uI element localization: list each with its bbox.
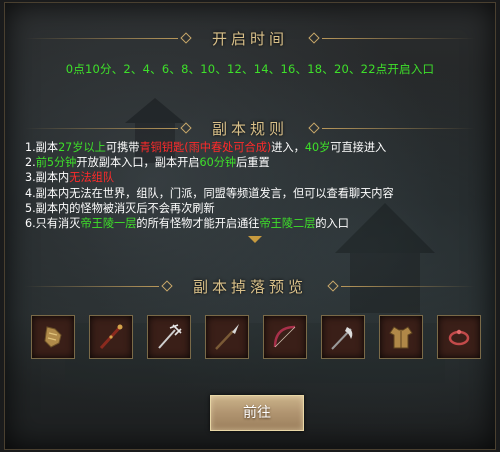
rule-text: 的入口 xyxy=(315,217,349,231)
rule-line: 3.副本内无法组队 xyxy=(25,170,495,185)
halberd-icon xyxy=(331,327,353,350)
rule-text: 进入， xyxy=(271,141,305,154)
rule-line: 2.前5分钟开放副本入口，副本开启60分钟后重置 xyxy=(25,155,495,170)
open-times-text: 0点10分、2、4、6、8、10、12、14、16、18、20、22点开启入口 xyxy=(65,62,435,76)
drop-slot-1[interactable] xyxy=(31,315,75,359)
gauntlet-icon xyxy=(44,326,62,348)
bow-icon xyxy=(273,325,296,348)
open-time-title: 开启时间 xyxy=(212,29,289,48)
trident-icon xyxy=(158,324,182,349)
rule-text: 的所有怪物才能开启通往 xyxy=(136,217,260,231)
open-time-header: 开启时间 xyxy=(5,27,495,49)
scroll-down-icon[interactable] xyxy=(248,236,262,243)
rule-text: 无法组队 xyxy=(69,171,115,185)
drop-slot-2[interactable] xyxy=(89,315,133,359)
rule-text: 前5分钟 xyxy=(35,156,77,170)
drop-slot-7[interactable] xyxy=(379,315,423,359)
rule-text: 40岁 xyxy=(304,141,331,154)
drops-title: 副本掉落预览 xyxy=(193,277,308,296)
drop-slot-6[interactable] xyxy=(321,315,365,359)
rule-text: 2. xyxy=(25,156,36,170)
go-button[interactable]: 前往 xyxy=(210,395,304,431)
rule-text: 60分钟 xyxy=(199,156,237,170)
rule-text: 后重置 xyxy=(236,156,270,170)
drop-slot-4[interactable] xyxy=(205,315,249,359)
rules-title: 副本规则 xyxy=(212,119,289,138)
rule-line: 4.副本内无法在世界，组队，门派，同盟等频道发言，但可以查看聊天内容 xyxy=(25,186,495,201)
rule-text: 27岁以上 xyxy=(58,141,106,154)
drop-slot-3[interactable] xyxy=(147,315,191,359)
rule-text: 可携带 xyxy=(105,141,140,154)
rule-text: 开放副本入口，副本开启 xyxy=(76,156,200,170)
rule-text: 6.只有消灭 xyxy=(25,217,81,231)
rule-line: 6.只有消灭帝王陵一层的所有怪物才能开启通往帝王陵二层的入口 xyxy=(25,216,495,231)
drop-items-row xyxy=(31,315,481,361)
drop-slot-5[interactable] xyxy=(263,315,307,359)
drop-slot-8[interactable] xyxy=(437,315,481,359)
rules-list: 1.副本27岁以上可携带青铜钥匙(雨中春处可合成)进入，40岁可直接进入 2.前5… xyxy=(25,140,495,231)
rule-text: 帝王陵二层 xyxy=(259,217,316,231)
rule-text: 5.副本内的怪物被消灭后不会再次刷新 xyxy=(25,201,215,215)
armor-icon xyxy=(389,326,413,349)
dungeon-info-panel: 开启时间 0点10分、2、4、6、8、10、12、14、16、18、20、22点… xyxy=(4,2,496,450)
rule-text: 可直接进入 xyxy=(330,141,387,154)
ring-icon xyxy=(448,329,470,346)
rule-line: 1.副本27岁以上可携带青铜钥匙(雨中春处可合成)进入，40岁可直接进入 xyxy=(25,140,495,155)
rules-header: 副本规则 xyxy=(5,117,495,139)
rule-text: 4.副本内无法在世界，组队，门派，同盟等频道发言，但可以查看聊天内容 xyxy=(25,186,394,200)
staff-icon xyxy=(99,324,123,350)
rule-line: 5.副本内的怪物被消灭后不会再次刷新 xyxy=(25,201,495,216)
drops-header: 副本掉落预览 xyxy=(5,275,495,297)
rule-text: 3.副本内 xyxy=(25,171,70,185)
rule-text: 帝王陵一层 xyxy=(80,217,137,231)
rule-text: 青铜钥匙(雨中春处可合成) xyxy=(139,141,272,154)
rule-text: 1.副本 xyxy=(25,141,59,154)
spear-icon xyxy=(215,324,239,350)
